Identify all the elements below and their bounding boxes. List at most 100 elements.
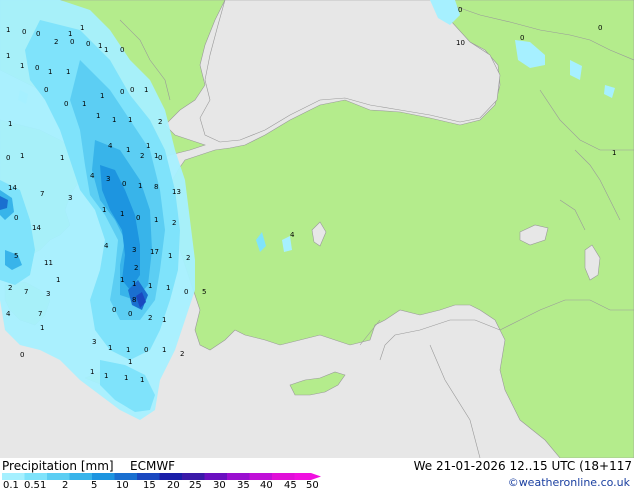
- color-scale-tick-label: 35: [237, 480, 250, 491]
- precipitation-value: 1: [128, 358, 132, 366]
- precipitation-value: 0: [86, 40, 90, 48]
- precipitation-value: 0: [128, 310, 132, 318]
- precipitation-value: 1: [120, 210, 124, 218]
- precipitation-value: 0: [112, 306, 116, 314]
- precipitation-value: 2: [186, 254, 190, 262]
- precipitation-value: 0: [136, 214, 140, 222]
- precipitation-value: 1: [40, 324, 44, 332]
- map-canvas: 1 0 011 0 1 10 1100011 0 0 121 1 14 1012 110 1 1144 30 1 8…: [0, 0, 634, 458]
- precipitation-value: 4: [290, 231, 295, 239]
- color-scale-swatch: [69, 473, 92, 480]
- precipitation-value: 3: [106, 175, 110, 183]
- color-scale-swatch: [227, 473, 250, 480]
- color-scale-swatch: [2, 473, 25, 480]
- precipitation-value: 3: [68, 194, 72, 202]
- precipitation-value: 1: [104, 372, 108, 380]
- precipitation-value: 1: [100, 92, 104, 100]
- color-scale-swatch: [114, 473, 137, 480]
- precipitation-value: 1: [66, 68, 70, 76]
- precipitation-value: 1: [162, 316, 166, 324]
- color-scale-tick-label: 0.5: [24, 480, 40, 491]
- precipitation-value: 4: [108, 142, 113, 150]
- precipitation-value: 0: [184, 288, 188, 296]
- validity-time: We 21-01-2026 12..15 UTC (18+117: [413, 459, 632, 473]
- color-scale-swatch: [294, 473, 311, 480]
- precipitation-value: 5: [202, 288, 206, 296]
- precipitation-value: 8: [154, 183, 158, 191]
- precipitation-value: 1: [6, 52, 10, 60]
- color-scale-tick-label: 10: [116, 480, 129, 491]
- precipitation-value: 0: [44, 86, 48, 94]
- precipitation-value: 1: [20, 152, 24, 160]
- precipitation-value: 2: [54, 38, 58, 46]
- precipitation-value: 1: [80, 24, 84, 32]
- precipitation-value: 10: [456, 39, 465, 47]
- precipitation-value: 0: [120, 46, 124, 54]
- precipitation-value: 0: [6, 154, 10, 162]
- precipitation-value: 0: [158, 154, 162, 162]
- precipitation-value: 2: [134, 264, 138, 272]
- precipitation-value: 1: [126, 346, 130, 354]
- precipitation-value: 0: [22, 28, 26, 36]
- color-scale-tick-label: 25: [189, 480, 202, 491]
- precipitation-value: 0: [120, 88, 124, 96]
- precipitation-value: 13: [172, 188, 181, 196]
- precipitation-value: 1: [128, 116, 132, 124]
- precipitation-value: 5: [14, 252, 18, 260]
- precipitation-value: 1: [108, 344, 112, 352]
- color-scale-tick-label: 15: [143, 480, 156, 491]
- precipitation-value: 1: [154, 152, 158, 160]
- precipitation-value: 2: [148, 314, 152, 322]
- precipitation-value: 2: [140, 152, 144, 160]
- precipitation-value: 1: [144, 86, 148, 94]
- precipitation-value: 4: [6, 310, 11, 318]
- precipitation-value: 1: [138, 182, 142, 190]
- precipitation-value: 0: [70, 38, 74, 46]
- color-scale-swatch: [159, 473, 182, 480]
- precipitation-value: 1: [140, 376, 144, 384]
- model-name: ECMWF: [130, 459, 176, 473]
- precipitation-value: 2: [180, 350, 184, 358]
- precipitation-value: 1: [90, 368, 94, 376]
- precipitation-value: 1: [8, 120, 12, 128]
- color-scale-tick-label: 30: [213, 480, 226, 491]
- color-scale-tick-label: 0.1: [3, 480, 19, 491]
- precipitation-value: 0: [598, 24, 602, 32]
- precipitation-value: 1: [162, 346, 166, 354]
- color-scale-swatch: [182, 473, 205, 480]
- precipitation-value: 14: [8, 184, 17, 192]
- precipitation-value: 4: [90, 172, 95, 180]
- precipitation-value: 0: [130, 86, 134, 94]
- color-scale-tick-label: 1: [40, 480, 47, 491]
- precipitation-value: 14: [32, 224, 41, 232]
- precipitation-value: 0: [14, 214, 18, 222]
- color-scale-arrow: [311, 473, 321, 480]
- precipitation-value: 1: [56, 276, 60, 284]
- precipitation-value: 0: [36, 30, 40, 38]
- precipitation-value: 11: [44, 259, 53, 267]
- precipitation-value: 2: [158, 118, 162, 126]
- precipitation-value: 1: [124, 374, 128, 382]
- precipitation-value: 1: [96, 112, 100, 120]
- precipitation-value: 1: [166, 284, 170, 292]
- color-scale-tick-label: 20: [167, 480, 180, 491]
- precipitation-value: 0: [144, 346, 148, 354]
- precipitation-value: 0: [35, 64, 39, 72]
- precipitation-value: 1: [102, 206, 106, 214]
- color-scale-tick-label: 5: [91, 480, 98, 491]
- precipitation-value: 1: [168, 252, 172, 260]
- legend-footer: Precipitation [mm] ECMWF We 21-01-2026 1…: [0, 458, 634, 491]
- precipitation-value: 7: [40, 190, 44, 198]
- legend-title: Precipitation [mm]: [2, 459, 114, 473]
- precipitation-value: 1: [120, 276, 124, 284]
- precipitation-value: 0: [520, 34, 524, 42]
- precipitation-value: 2: [172, 219, 176, 227]
- precipitation-value: 1: [68, 30, 72, 38]
- precipitation-value: 3: [132, 246, 136, 254]
- color-scale-swatch: [272, 473, 295, 480]
- precipitation-map[interactable]: 1 0 0 1 1 0 1 1 0 1 1 0 0 0 1 1 0 0 1 2 1 1 1 4 1 0 1 2 1 1 0 1 1 14 4 3 0 1 8…: [0, 0, 634, 458]
- precipitation-value: 1: [6, 26, 10, 34]
- credit-link[interactable]: ©weatheronline.co.uk: [508, 476, 630, 489]
- color-scale-swatch: [92, 473, 115, 480]
- precipitation-value: 8: [132, 296, 136, 304]
